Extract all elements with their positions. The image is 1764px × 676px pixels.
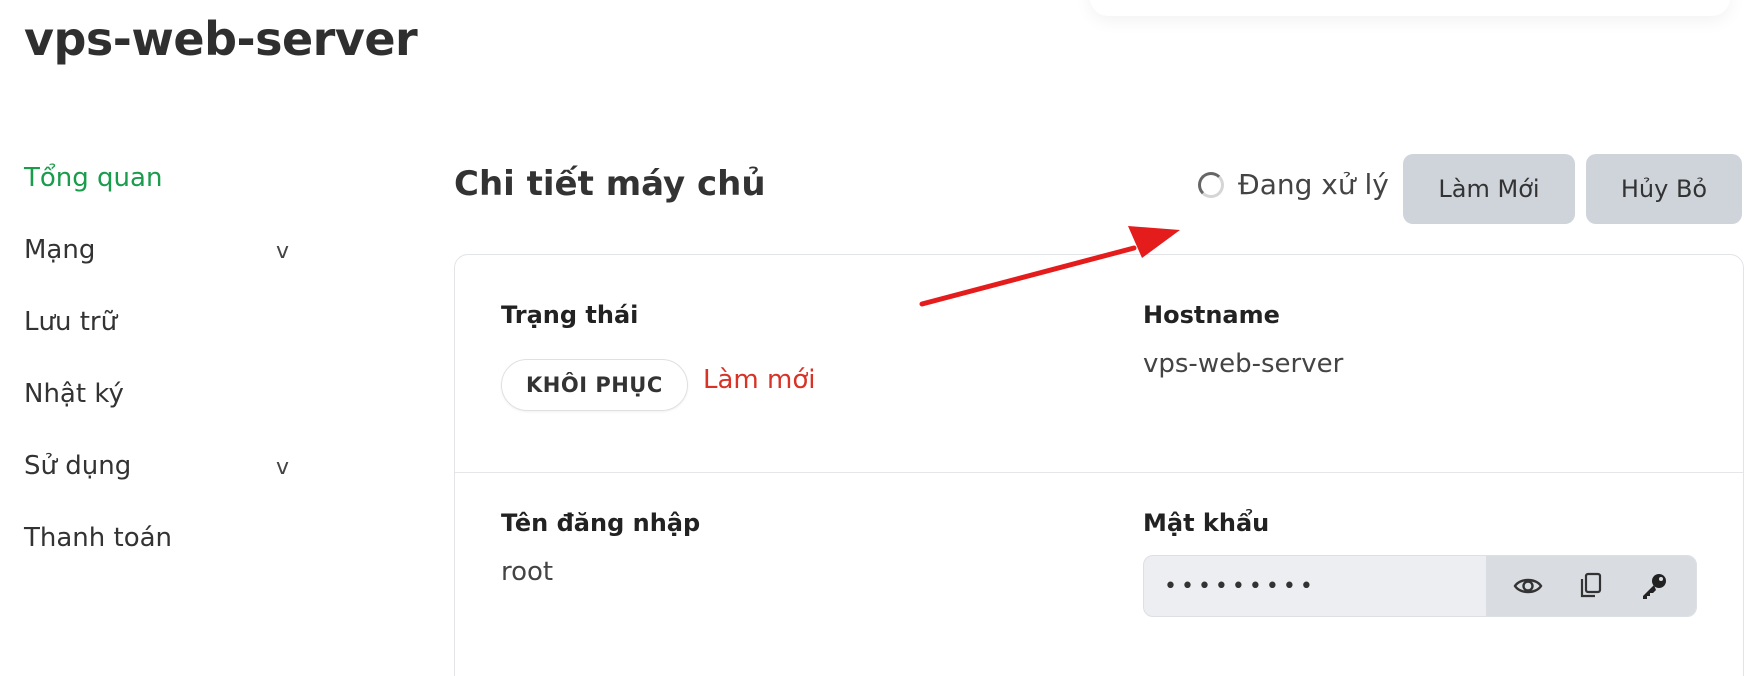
eye-icon[interactable] xyxy=(1513,571,1543,601)
card-divider xyxy=(455,472,1743,473)
sidebar: Tổng quan Mạng v Lưu trữ Nhật ký Sử dụng… xyxy=(24,160,304,592)
sidebar-item-label: Sử dụng xyxy=(24,451,132,481)
hostname-value: vps-web-server xyxy=(1143,349,1344,379)
key-icon[interactable] xyxy=(1639,571,1669,601)
sidebar-item-label: Lưu trữ xyxy=(24,307,118,337)
sidebar-item-billing[interactable]: Thanh toán xyxy=(24,520,304,592)
page: vps-web-server Tổng quan Mạng v Lưu trữ … xyxy=(0,0,1764,676)
sidebar-item-usage[interactable]: Sử dụng v xyxy=(24,448,304,520)
refresh-button[interactable]: Làm Mới xyxy=(1403,154,1575,224)
sidebar-item-overview[interactable]: Tổng quan xyxy=(24,160,304,232)
chevron-down-icon[interactable]: v xyxy=(276,234,289,270)
password-label: Mật khẩu xyxy=(1143,509,1270,537)
sidebar-item-logs[interactable]: Nhật ký xyxy=(24,376,304,448)
sidebar-item-label: Thanh toán xyxy=(24,523,173,553)
status-badge: KHÔI PHỤC xyxy=(501,359,688,411)
top-search-bar-shadow xyxy=(1090,0,1730,16)
password-masked-value[interactable]: ••••••••• xyxy=(1144,556,1486,616)
status-refresh-link[interactable]: Làm mới xyxy=(703,365,815,395)
server-details-card: Trạng thái KHÔI PHỤC Làm mới Hostname vp… xyxy=(454,254,1744,676)
processing-indicator: Đang xử lý xyxy=(1198,168,1389,201)
copy-icon[interactable] xyxy=(1576,571,1606,601)
sidebar-item-network[interactable]: Mạng v xyxy=(24,232,304,304)
section-title: Chi tiết máy chủ xyxy=(454,164,766,204)
sidebar-item-label: Nhật ký xyxy=(24,379,124,409)
sidebar-item-label: Tổng quan xyxy=(24,163,163,193)
password-actions xyxy=(1486,556,1696,616)
chevron-down-icon[interactable]: v xyxy=(276,450,289,486)
spinner-icon xyxy=(1198,171,1224,198)
processing-text: Đang xử lý xyxy=(1238,168,1389,201)
password-field[interactable]: ••••••••• xyxy=(1143,555,1697,617)
username-value: root xyxy=(501,557,554,587)
hostname-label: Hostname xyxy=(1143,301,1280,329)
cancel-button[interactable]: Hủy Bỏ xyxy=(1586,154,1742,224)
sidebar-item-storage[interactable]: Lưu trữ xyxy=(24,304,304,376)
status-label: Trạng thái xyxy=(501,301,639,329)
sidebar-item-label: Mạng xyxy=(24,235,96,265)
username-label: Tên đăng nhập xyxy=(501,509,701,537)
server-title: vps-web-server xyxy=(24,12,418,66)
